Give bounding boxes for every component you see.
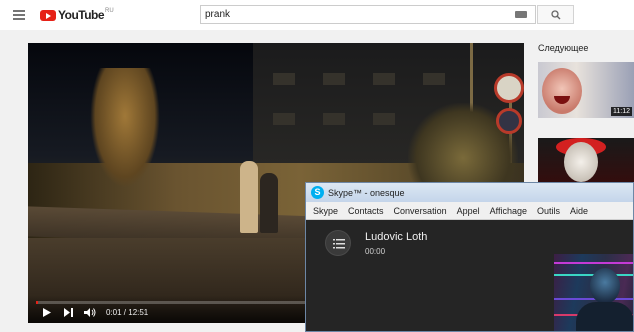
- keyboard-icon[interactable]: [515, 11, 527, 18]
- thumbnail-face: [542, 68, 582, 114]
- hamburger-menu-icon[interactable]: [13, 10, 25, 20]
- list-icon: [333, 239, 345, 249]
- video-frame-person: [240, 161, 258, 233]
- youtube-header: YouTube RU: [0, 0, 634, 30]
- skype-window-title: Skype™ - onesque: [328, 187, 405, 198]
- menu-affichage[interactable]: Affichage: [490, 206, 527, 216]
- menu-aide[interactable]: Aide: [570, 206, 588, 216]
- volume-icon[interactable]: [84, 308, 96, 317]
- screen: YouTube RU prank 0:01 / 12:51 Следующее …: [0, 0, 634, 332]
- skype-window[interactable]: S Skype™ - onesque Skype Contacts Conver…: [305, 182, 634, 332]
- video-duration-badge: 11:12: [611, 107, 632, 116]
- skype-menu-bar: Skype Contacts Conversation Appel Affich…: [306, 202, 633, 220]
- youtube-logo-text: YouTube: [58, 8, 105, 22]
- webcam-person-head: [590, 268, 620, 304]
- youtube-play-icon: [40, 9, 56, 21]
- call-timer: 00:00: [365, 247, 386, 256]
- menu-contacts[interactable]: Contacts: [348, 206, 384, 216]
- webcam-person-shoulders: [576, 302, 633, 331]
- thumbnail-clown-face: [564, 142, 598, 182]
- video-frame-tree: [90, 68, 160, 188]
- skype-title-bar[interactable]: S Skype™ - onesque: [306, 183, 633, 202]
- play-icon[interactable]: [42, 308, 51, 317]
- webcam-preview: [554, 254, 633, 331]
- speed-limit-sign: [494, 73, 524, 103]
- up-next-label: Следующее: [538, 43, 589, 53]
- youtube-logo[interactable]: YouTube RU: [40, 8, 114, 22]
- caller-avatar[interactable]: [325, 230, 351, 256]
- no-parking-sign: [496, 108, 522, 134]
- video-time-display: 0:01 / 12:51: [106, 308, 149, 317]
- menu-skype[interactable]: Skype: [313, 206, 338, 216]
- video-progress-fill: [36, 301, 38, 304]
- youtube-region-label: RU: [105, 8, 114, 14]
- menu-outils[interactable]: Outils: [537, 206, 560, 216]
- recommendation-thumbnail[interactable]: 11:12: [538, 62, 634, 118]
- menu-appel[interactable]: Appel: [457, 206, 480, 216]
- next-icon[interactable]: [64, 308, 73, 317]
- search-icon: [551, 10, 561, 20]
- caller-name: Ludovic Loth: [365, 231, 428, 243]
- skype-logo-icon: S: [311, 186, 324, 199]
- menu-conversation[interactable]: Conversation: [394, 206, 447, 216]
- skype-call-panel: Ludovic Loth 00:00: [306, 220, 633, 331]
- video-frame-person: [260, 173, 278, 233]
- search-button[interactable]: [537, 5, 574, 24]
- search-input[interactable]: [200, 5, 536, 24]
